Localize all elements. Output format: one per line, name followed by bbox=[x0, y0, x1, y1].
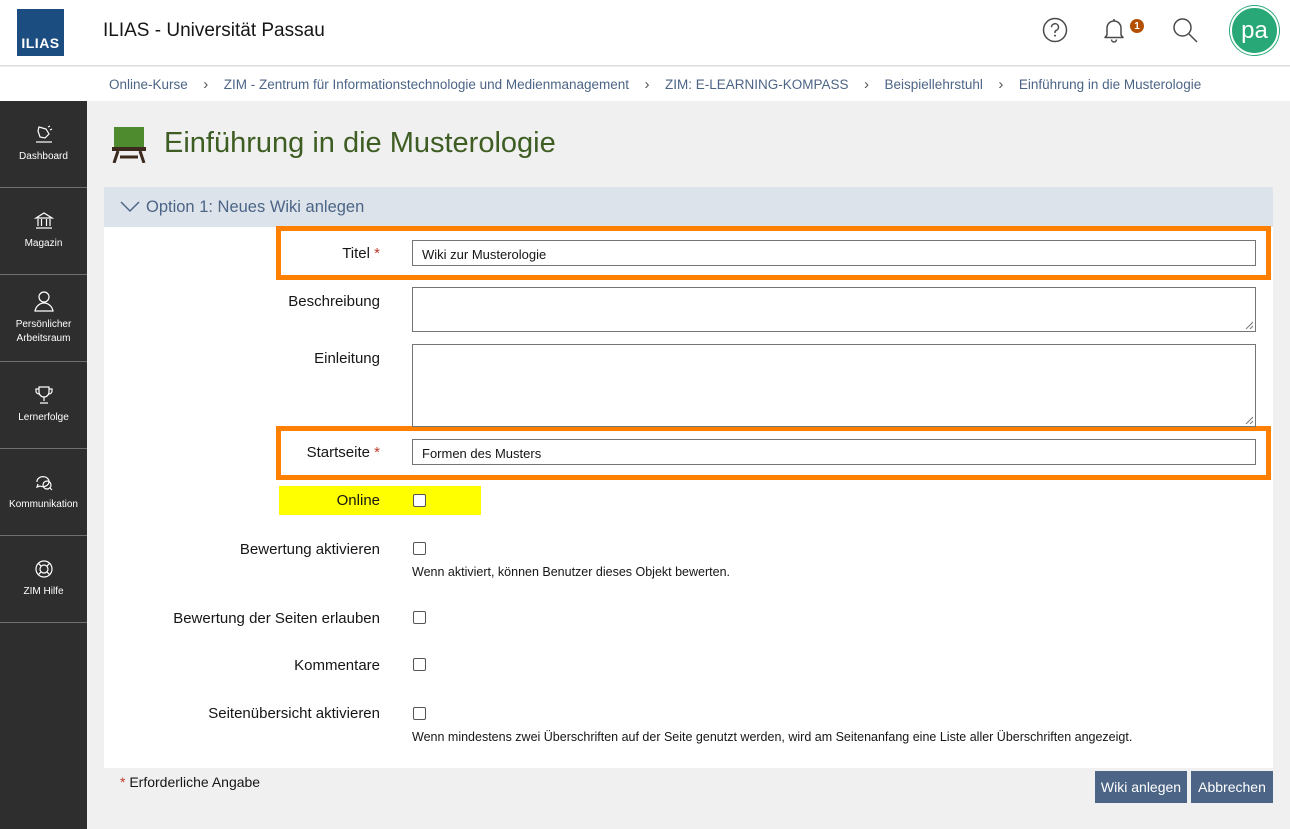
sidebar-item-magazin[interactable]: Magazin bbox=[0, 188, 87, 275]
breadcrumb: Online-Kurse › ZIM - Zentrum für Informa… bbox=[0, 67, 1290, 101]
rating-label: Bewertung aktivieren bbox=[239, 541, 380, 558]
toc-label: Seitenübersicht aktivieren bbox=[208, 705, 380, 722]
dashboard-icon bbox=[35, 125, 52, 143]
section-header[interactable]: Option 1: Neues Wiki anlegen bbox=[104, 187, 1273, 227]
ilias-logo[interactable]: ILIAS bbox=[17, 9, 64, 56]
sidebar-item-achievements[interactable]: Lernerfolge bbox=[0, 362, 87, 449]
wiki-object-icon bbox=[112, 127, 146, 164]
breadcrumb-item-current[interactable]: Einführung in die Musterologie bbox=[1019, 77, 1201, 92]
rating-help-text: Wenn aktiviert, können Benutzer dieses O… bbox=[412, 565, 730, 579]
create-wiki-button[interactable]: Wiki anlegen bbox=[1095, 771, 1187, 803]
lifebuoy-icon bbox=[34, 560, 53, 578]
notification-bell-icon[interactable] bbox=[1100, 16, 1128, 44]
description-label: Beschreibung bbox=[288, 293, 380, 310]
intro-textarea[interactable] bbox=[412, 344, 1256, 427]
sidebar-item-label: Kommunikation bbox=[9, 499, 78, 510]
resize-handle-icon[interactable] bbox=[1245, 321, 1253, 329]
app-title: ILIAS - Universität Passau bbox=[103, 20, 325, 41]
startpage-label: Startseite * bbox=[306, 444, 380, 461]
description-textarea[interactable] bbox=[412, 287, 1256, 332]
comments-checkbox[interactable] bbox=[413, 658, 426, 671]
page-rating-checkbox[interactable] bbox=[413, 611, 426, 624]
sidebar-item-label: Lernerfolge bbox=[18, 412, 69, 423]
toc-checkbox[interactable] bbox=[413, 707, 426, 720]
notification-badge: 1 bbox=[1130, 19, 1144, 33]
sidebar-item-dashboard[interactable]: Dashboard bbox=[0, 101, 87, 188]
breadcrumb-item[interactable]: ZIM - Zentrum für Informationstechnologi… bbox=[224, 77, 629, 92]
top-header: ILIAS ILIAS - Universität Passau 1 pa bbox=[0, 0, 1290, 66]
sidebar-item-label: Persönlicher Arbeitsraum bbox=[15, 319, 72, 344]
search-icon[interactable] bbox=[1171, 16, 1199, 44]
rating-checkbox[interactable] bbox=[413, 542, 426, 555]
sidebar-item-zim-help[interactable]: ZIM Hilfe bbox=[0, 536, 87, 623]
toc-help-text: Wenn mindestens zwei Überschriften auf d… bbox=[412, 730, 1133, 744]
page-title: Einführung in die Musterologie bbox=[164, 127, 556, 159]
sidebar-item-label: Dashboard bbox=[19, 151, 68, 162]
chevron-right-icon: › bbox=[644, 75, 650, 93]
title-input[interactable]: Wiki zur Musterologie bbox=[412, 240, 1256, 266]
section-title: Option 1: Neues Wiki anlegen bbox=[146, 197, 365, 216]
sidebar-item-communication[interactable]: Kommunikation bbox=[0, 449, 87, 536]
title-label: Titel * bbox=[342, 245, 380, 262]
online-checkbox[interactable] bbox=[413, 494, 426, 507]
breadcrumb-item[interactable]: ZIM: E-LEARNING-KOMPASS bbox=[665, 77, 849, 92]
trophy-icon bbox=[34, 386, 53, 404]
required-note: * Erforderliche Angabe bbox=[120, 774, 261, 790]
main-sidebar: Dashboard Magazin Persönlicher Arbeitsra… bbox=[0, 101, 87, 829]
repository-icon bbox=[33, 212, 54, 229]
cancel-button[interactable]: Abbrechen bbox=[1191, 771, 1273, 803]
chat-icon bbox=[35, 476, 52, 491]
chevron-right-icon: › bbox=[203, 75, 209, 93]
breadcrumb-item[interactable]: Beispiellehrstuhl bbox=[885, 77, 983, 92]
intro-label: Einleitung bbox=[314, 350, 380, 367]
chevron-right-icon: › bbox=[998, 75, 1004, 93]
sidebar-item-label: Magazin bbox=[24, 238, 63, 249]
sidebar-item-label: ZIM Hilfe bbox=[23, 586, 64, 597]
person-icon bbox=[33, 291, 54, 312]
chevron-down-icon bbox=[120, 201, 140, 213]
page-rating-label: Bewertung der Seiten erlauben bbox=[173, 610, 380, 627]
help-icon[interactable] bbox=[1041, 16, 1069, 44]
resize-handle-icon[interactable] bbox=[1245, 416, 1253, 424]
startpage-input[interactable]: Formen des Musters bbox=[412, 439, 1256, 465]
online-label: Online bbox=[336, 492, 380, 509]
sidebar-item-personal-workspace[interactable]: Persönlicher Arbeitsraum bbox=[0, 275, 87, 362]
breadcrumb-item[interactable]: Online-Kurse bbox=[109, 77, 188, 92]
user-avatar[interactable]: pa bbox=[1230, 6, 1279, 55]
comments-label: Kommentare bbox=[294, 657, 380, 674]
chevron-right-icon: › bbox=[864, 75, 870, 93]
